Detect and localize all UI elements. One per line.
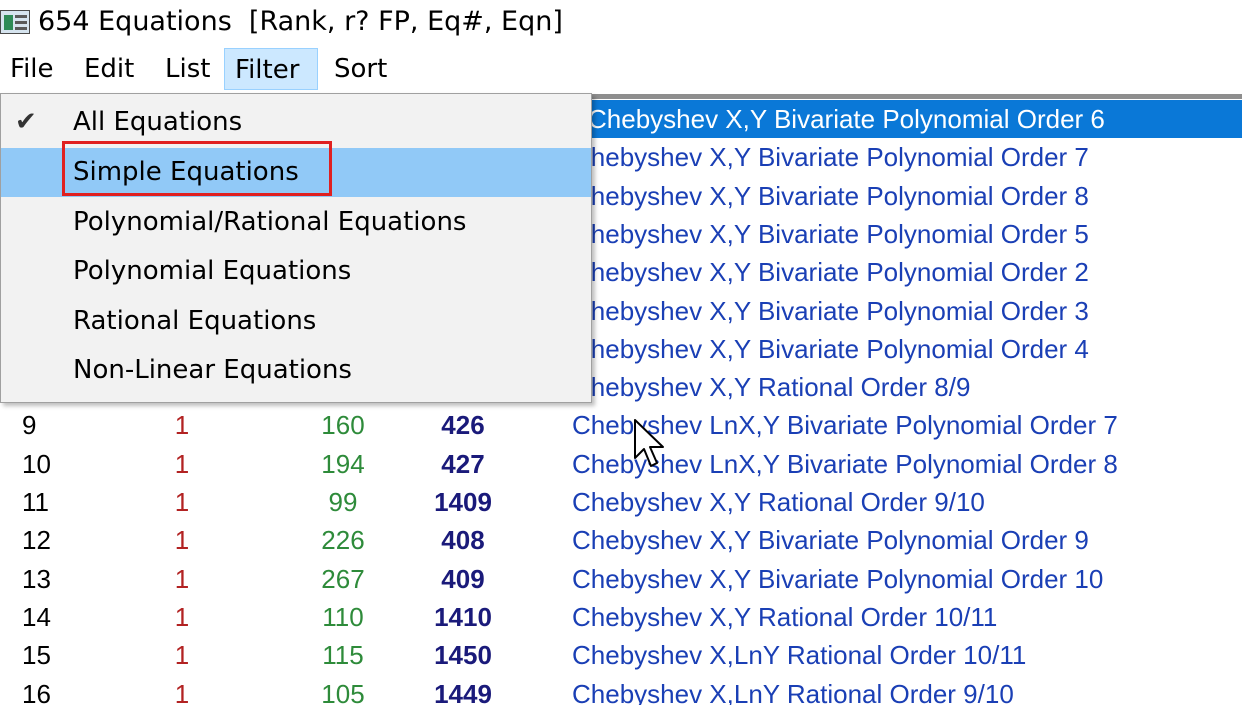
menu-item-label: Polynomial Equations: [73, 256, 352, 286]
fp-cell: 115: [322, 640, 364, 671]
rank-cell: 14: [22, 601, 51, 632]
menu-item-non-linear-equations[interactable]: Non-Linear Equations: [1, 346, 591, 395]
equation-cell: Chebyshev X,Y Rational Order 10/11: [572, 601, 998, 632]
menu-item-all-equations[interactable]: ✔ All Equations: [1, 98, 591, 147]
fp-cell: 110: [322, 601, 364, 632]
r-squared-cell: 1: [174, 525, 190, 556]
table-row[interactable]: 13 1 267 409 Chebyshev X,Y Bivariate Polynom…: [0, 560, 1242, 598]
menu-item-polynomial-rational-equations[interactable]: Polynomial/Rational Equations: [1, 198, 591, 247]
rank-cell: 12: [22, 525, 51, 556]
r-squared-cell: 1: [174, 487, 190, 517]
table-row[interactable]: 16 1 105 1449 Chebyshev X,LnY Rational Order…: [0, 675, 1242, 705]
r-squared-cell: 1: [174, 563, 190, 594]
fp-cell: 194: [321, 448, 365, 479]
r-squared-cell: 1: [174, 601, 190, 632]
equation-cell: Chebyshev X,Y Bivariate Polynomial Order…: [588, 100, 1242, 138]
equation-number-cell: 1450: [434, 640, 492, 671]
menu-item-polynomial-equations[interactable]: Polynomial Equations: [1, 247, 591, 296]
equation-cell: Chebyshev X,Y Bivariate Polynomial Order…: [572, 142, 1089, 173]
fp-cell: 105: [321, 678, 365, 705]
equation-cell: Chebyshev X,Y Bivariate Polynomial Order…: [572, 295, 1089, 326]
menu-item-label: Polynomial/Rational Equations: [73, 207, 467, 237]
rank-cell: 13: [22, 563, 51, 594]
window-title: 654 Equations [Rank, r? FP, Eq#, Eqn]: [38, 6, 563, 37]
table-row[interactable]: 9 1 160 426 Chebyshev LnX,Y Bivariate Polyno…: [0, 406, 1242, 444]
menu-item-label: Rational Equations: [73, 306, 317, 336]
r-squared-cell: 1: [174, 640, 190, 671]
r-squared-cell: 1: [174, 448, 190, 479]
equation-number-cell: 1410: [434, 601, 492, 632]
equation-number-cell: 427: [441, 448, 485, 479]
rank-cell: 10: [22, 448, 51, 479]
equation-cell: Chebyshev X,Y Bivariate Polynomial Order…: [572, 180, 1089, 211]
fp-cell: 267: [321, 563, 365, 594]
spreadsheet-icon[interactable]: [0, 10, 30, 34]
equation-number-cell: 408: [441, 525, 485, 556]
fp-cell: 160: [321, 410, 365, 441]
table-row[interactable]: 14 1 110 1410 Chebyshev X,Y Rational Order 1…: [0, 598, 1242, 636]
r-squared-cell: 1: [174, 410, 190, 441]
menu-filter[interactable]: Filter: [224, 48, 318, 90]
menu-list[interactable]: List: [155, 48, 220, 90]
title-bar: 654 Equations [Rank, r? FP, Eq#, Eqn]: [0, 0, 1242, 46]
menu-sort[interactable]: Sort: [324, 48, 397, 90]
mouse-cursor-icon: [634, 419, 664, 467]
table-row[interactable]: 10 1 194 427 Chebyshev LnX,Y Bivariate Polyn…: [0, 445, 1242, 483]
menu-item-label: Non-Linear Equations: [73, 355, 352, 385]
menu-edit[interactable]: Edit: [74, 48, 144, 90]
table-row[interactable]: 11 1 99 1409 Chebyshev X,Y Rational Order 9/…: [0, 483, 1242, 521]
equation-cell: Chebyshev X,Y Bivariate Polynomial Order…: [572, 218, 1089, 249]
equation-number-cell: 1409: [434, 487, 492, 517]
table-row[interactable]: 15 1 115 1450 Chebyshev X,LnY Rational Order…: [0, 636, 1242, 674]
equation-cell: Chebyshev X,LnY Rational Order 9/10: [572, 678, 1014, 705]
equation-cell: Chebyshev X,Y Bivariate Polynomial Order…: [572, 333, 1089, 364]
menu-item-rational-equations[interactable]: Rational Equations: [1, 297, 591, 346]
menu-file[interactable]: File: [0, 48, 64, 90]
app-window: 654 Equations [Rank, r? FP, Eq#, Eqn] Fi…: [0, 0, 1242, 705]
list-header-edge: [590, 94, 1242, 99]
rank-cell: 9: [22, 410, 37, 441]
equation-cell: Chebyshev X,LnY Rational Order 10/11: [572, 640, 1027, 671]
equation-cell: Chebyshev X,Y Bivariate Polynomial Order…: [572, 257, 1089, 288]
annotation-highlight-box: [62, 141, 332, 196]
equation-cell: Chebyshev X,Y Rational Order 9/10: [572, 487, 985, 517]
r-squared-cell: 1: [174, 678, 190, 705]
menu-bar: File Edit List Filter Sort: [0, 46, 1242, 92]
equation-number-cell: 426: [441, 410, 485, 441]
filter-dropdown-menu: ✔ All Equations Simple Equations Polynom…: [0, 93, 592, 403]
rank-cell: 11: [22, 487, 49, 517]
checkmark-icon: ✔: [15, 107, 37, 137]
equation-number-cell: 1449: [434, 678, 492, 705]
menu-item-label: All Equations: [73, 107, 243, 137]
equation-number-cell: 409: [441, 563, 485, 594]
rank-cell: 15: [22, 640, 51, 671]
equation-cell: Chebyshev X,Y Bivariate Polynomial Order…: [572, 525, 1089, 556]
fp-cell: 226: [321, 525, 365, 556]
rank-cell: 16: [22, 678, 51, 705]
fp-cell: 99: [328, 487, 358, 517]
equation-cell: Chebyshev X,Y Rational Order 8/9: [572, 372, 971, 403]
table-row[interactable]: 12 1 226 408 Chebyshev X,Y Bivariate Polynom…: [0, 521, 1242, 559]
equation-cell: Chebyshev X,Y Bivariate Polynomial Order…: [572, 563, 1104, 594]
